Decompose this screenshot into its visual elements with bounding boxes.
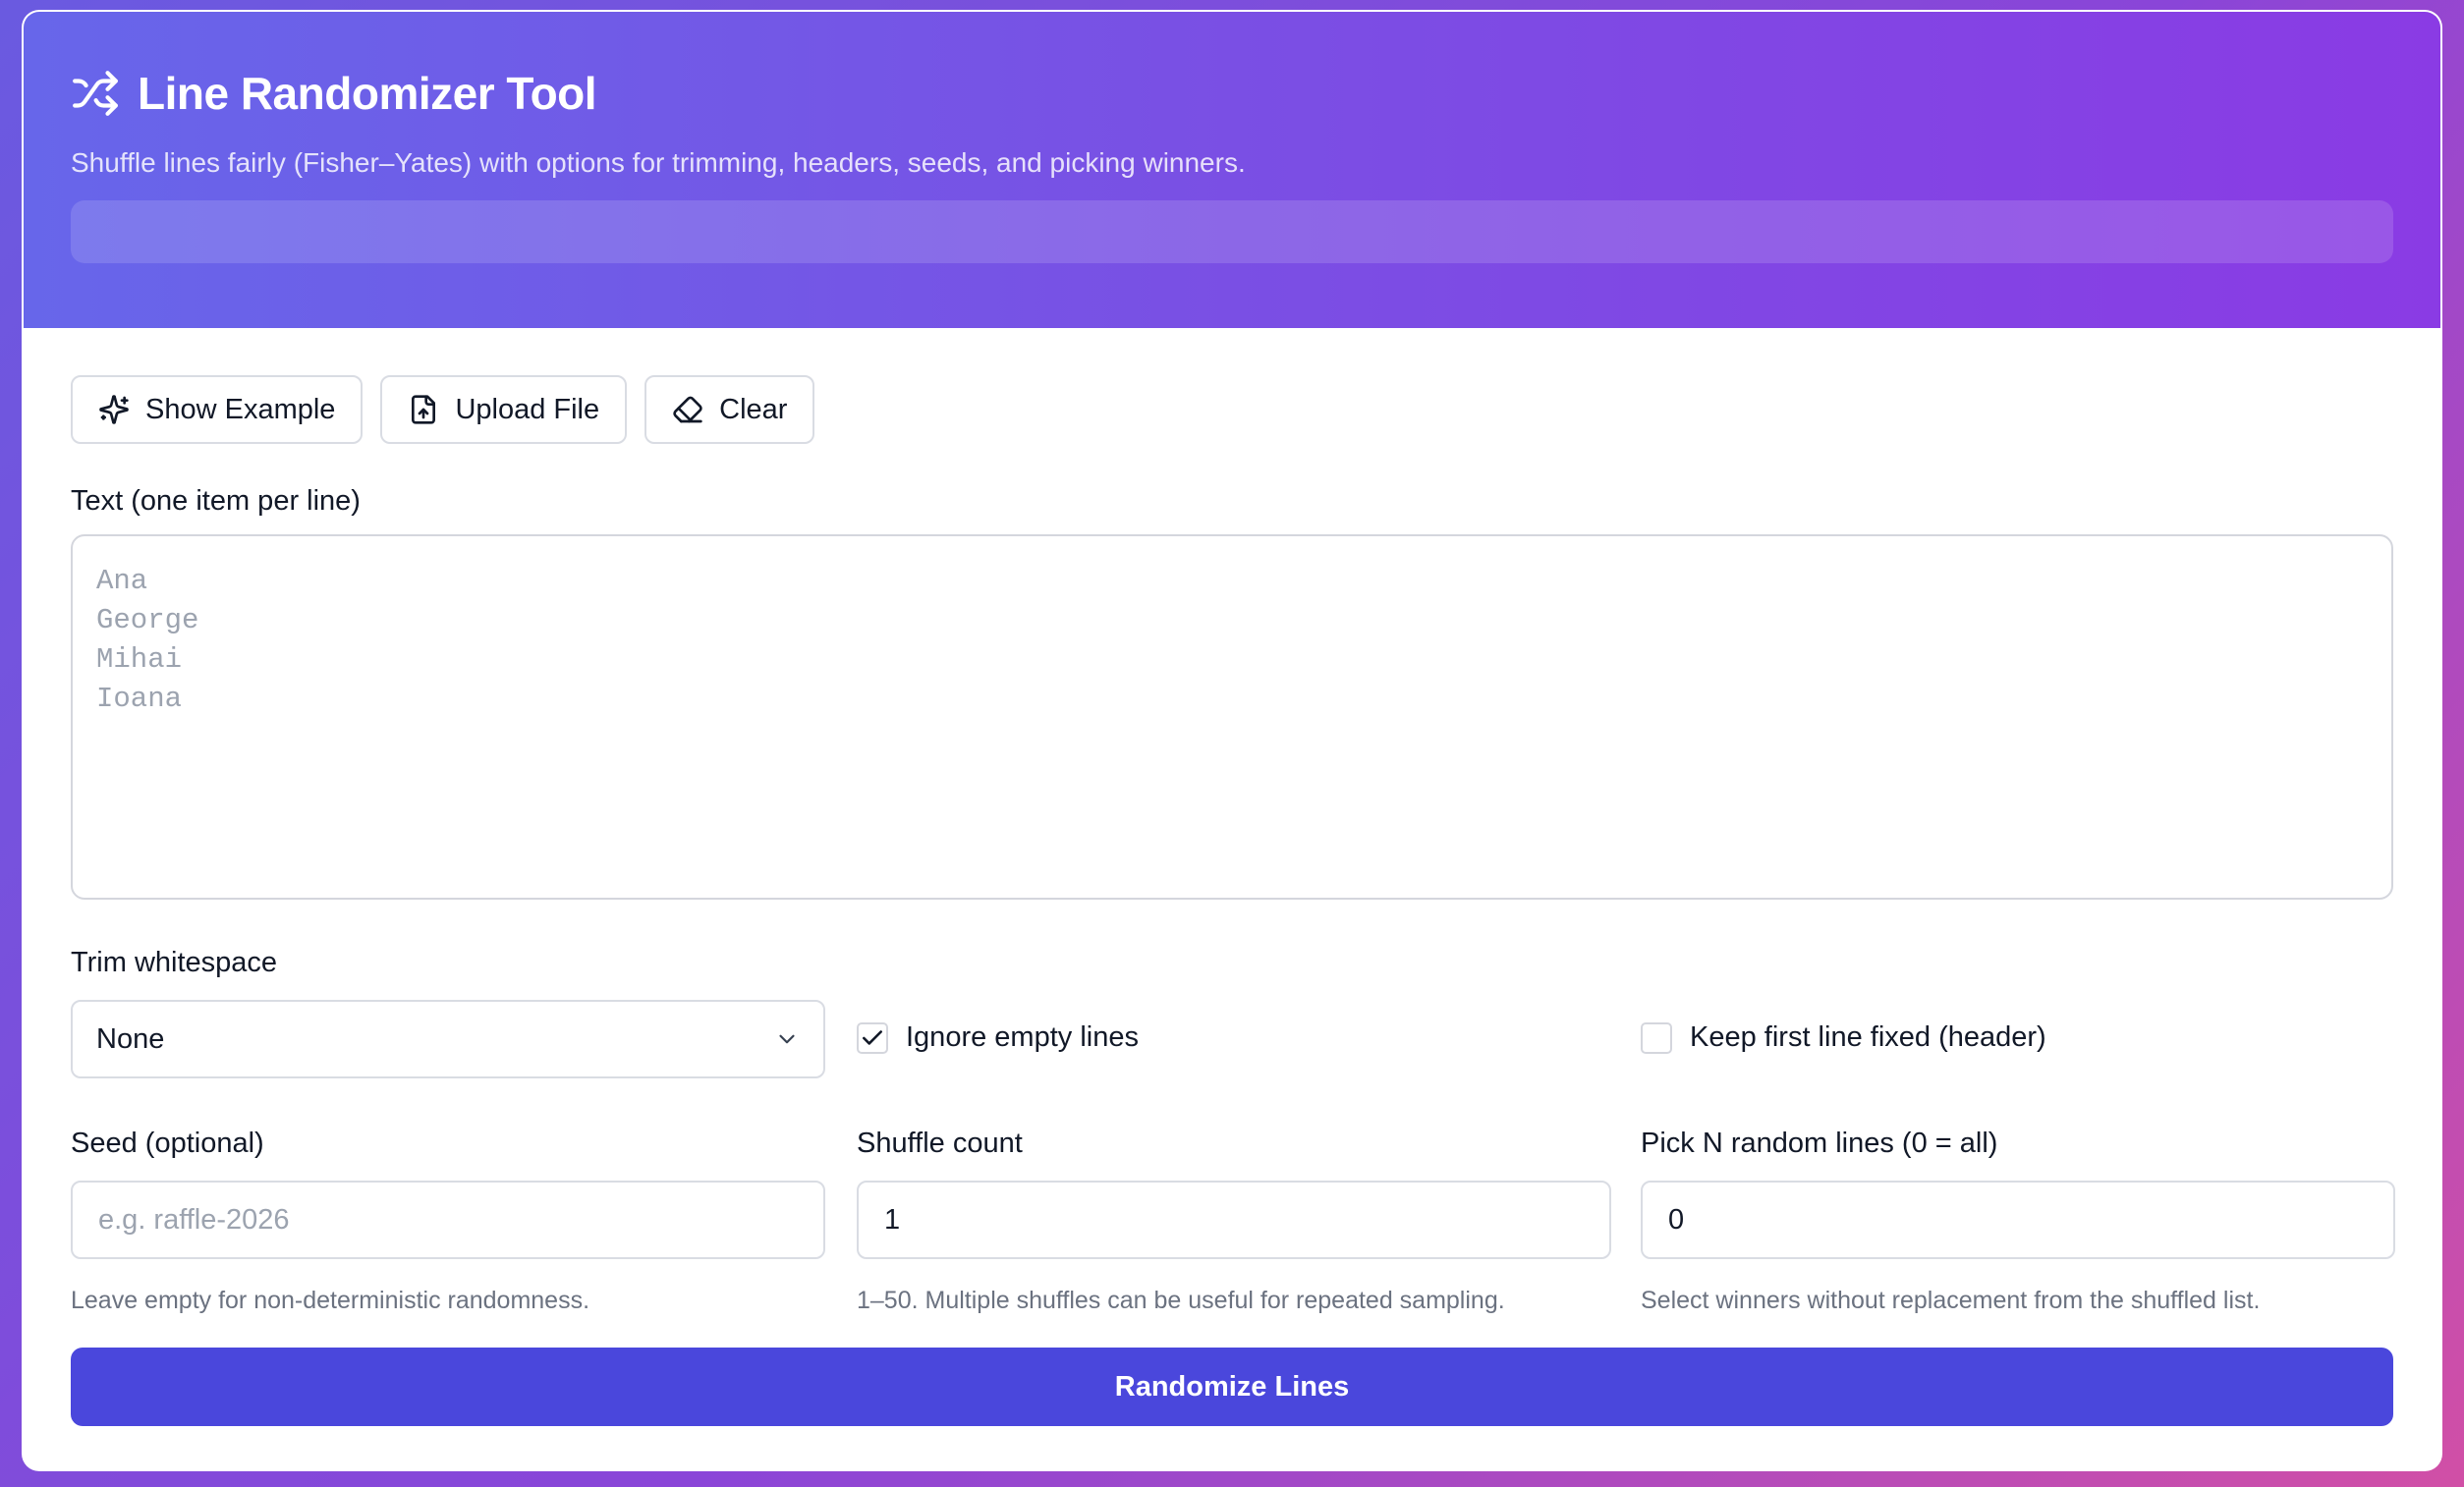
chevron-down-icon — [779, 1034, 795, 1044]
header-banner-bar — [71, 200, 2393, 263]
shuffle-icon — [73, 71, 118, 116]
pick-n-label: Pick N random lines (0 = all) — [1641, 1128, 1998, 1159]
ignore-empty-label: Ignore empty lines — [906, 1021, 1139, 1053]
upload-file-button[interactable]: Upload File — [380, 375, 628, 444]
ignore-empty-checkbox[interactable] — [857, 1021, 888, 1054]
trim-label: Trim whitespace — [71, 947, 278, 978]
header: Line Randomizer Tool Shuffle lines fairl… — [24, 12, 2440, 328]
show-example-label: Show Example — [145, 393, 336, 425]
randomize-lines-button[interactable]: Randomize Lines — [71, 1348, 2393, 1426]
lines-textarea[interactable]: Ana George Mihai Ioana — [71, 534, 2393, 900]
checkmark-icon — [863, 1029, 882, 1045]
keep-header-label: Keep first line fixed (header) — [1690, 1021, 2046, 1053]
clear-button[interactable]: Clear — [644, 375, 815, 444]
pick-n-input[interactable]: 0 — [1641, 1181, 2395, 1259]
shuffle-count-label: Shuffle count — [857, 1128, 1023, 1159]
tool-card: Line Randomizer Tool Shuffle lines fairl… — [22, 10, 2442, 1471]
shuffle-count-input[interactable]: 1 — [857, 1181, 1611, 1259]
ignore-empty-option[interactable]: Ignore empty lines — [857, 1021, 1139, 1054]
eraser-icon — [673, 396, 702, 423]
page-title: Line Randomizer Tool — [138, 68, 597, 119]
clear-label: Clear — [719, 393, 788, 425]
seed-hint: Leave empty for non-deterministic random… — [71, 1287, 590, 1314]
trim-selected-value: None — [96, 1022, 165, 1055]
seed-input[interactable]: e.g. raffle-2026 — [71, 1181, 825, 1259]
shuffle-count-hint: 1–50. Multiple shuffles can be useful fo… — [857, 1287, 1505, 1314]
upload-file-label: Upload File — [455, 393, 600, 425]
keep-header-checkbox[interactable] — [1641, 1021, 1672, 1054]
pick-n-hint: Select winners without replacement from … — [1641, 1287, 2261, 1314]
file-upload-icon — [412, 395, 436, 424]
toolbar: Show Example Upload File Clear — [71, 375, 815, 444]
title-row: Line Randomizer Tool — [71, 67, 597, 120]
text-input-label: Text (one item per line) — [71, 485, 361, 517]
page-subtitle: Shuffle lines fairly (Fisher–Yates) with… — [71, 147, 1246, 178]
sparkles-icon — [99, 395, 129, 424]
trim-select[interactable]: None — [71, 1000, 825, 1078]
show-example-button[interactable]: Show Example — [71, 375, 364, 444]
seed-label: Seed (optional) — [71, 1128, 264, 1159]
keep-header-option[interactable]: Keep first line fixed (header) — [1641, 1021, 2046, 1054]
